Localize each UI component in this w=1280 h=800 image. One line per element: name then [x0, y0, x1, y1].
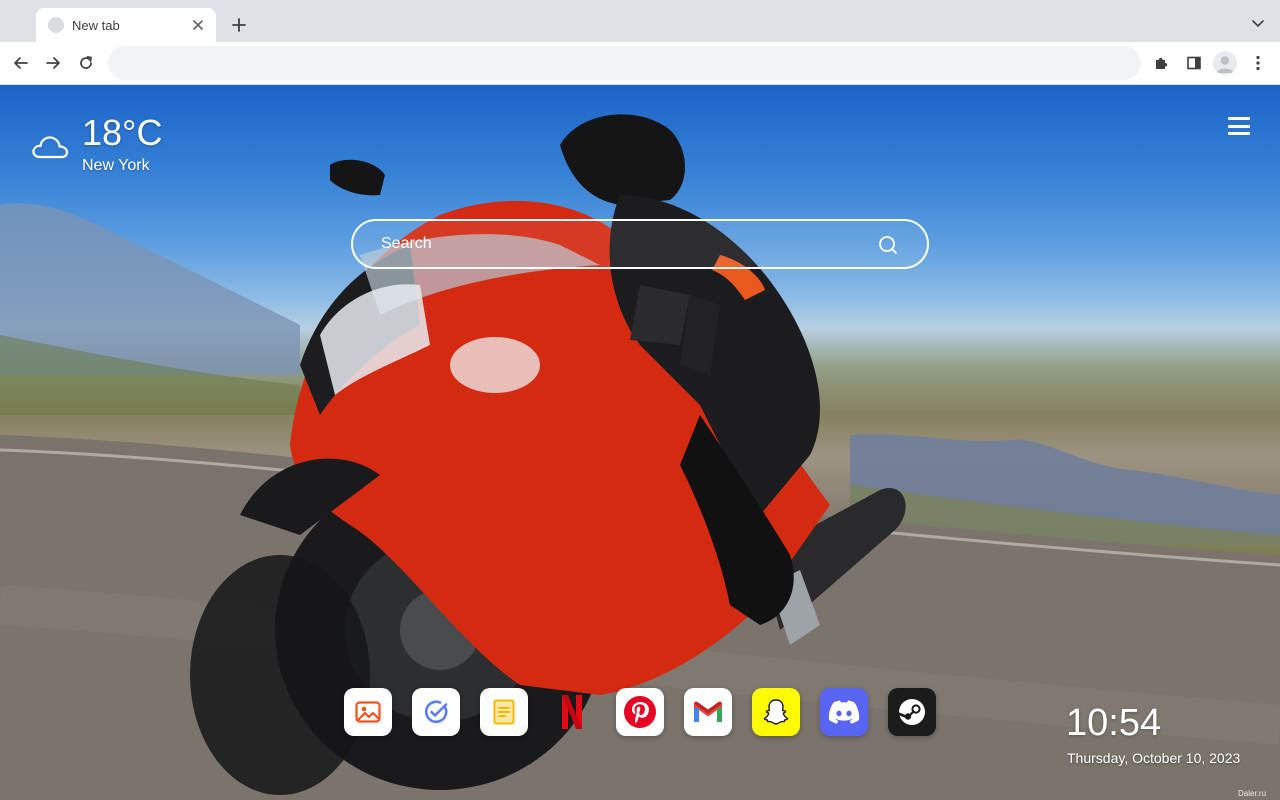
side-panel-button[interactable]	[1182, 51, 1206, 75]
hamburger-icon-line	[1228, 124, 1250, 128]
steam-icon	[898, 699, 925, 725]
netflix-icon	[562, 695, 582, 729]
more-menu-button[interactable]	[1246, 51, 1270, 75]
forward-button[interactable]	[40, 50, 66, 76]
new-tab-page: 18°C New York Search 10:54 Thursday, Oct…	[0, 85, 1280, 800]
arrow-left-icon	[14, 57, 28, 69]
close-icon[interactable]	[190, 17, 206, 33]
arrow-right-icon	[46, 57, 60, 69]
shortcut-snapchat[interactable]	[752, 688, 800, 736]
shortcut-netflix[interactable]	[548, 688, 596, 736]
search-input[interactable]	[381, 221, 871, 267]
tab-strip: New tab	[0, 0, 1280, 42]
hamburger-icon-line	[1228, 132, 1250, 135]
shortcut-gmail[interactable]	[684, 688, 732, 736]
globe-icon	[48, 17, 64, 33]
address-bar[interactable]	[108, 46, 1141, 80]
side-panel-icon	[1187, 56, 1201, 70]
shortcut-pinterest[interactable]	[616, 688, 664, 736]
reload-icon	[80, 56, 92, 69]
shortcut-steam[interactable]	[888, 688, 936, 736]
search-bar	[351, 219, 929, 269]
plus-icon	[232, 18, 246, 32]
weather-city: New York	[82, 157, 150, 174]
shortcut-notes[interactable]	[480, 688, 528, 736]
gmail-icon	[694, 701, 722, 722]
pinterest-icon	[624, 696, 656, 728]
extensions-button[interactable]	[1150, 51, 1174, 75]
shortcut-tasks[interactable]	[412, 688, 460, 736]
temperature: 18°C	[82, 112, 163, 153]
avatar-icon	[1216, 56, 1234, 73]
shortcut-discord[interactable]	[820, 688, 868, 736]
browser-toolbar	[0, 42, 1280, 85]
snapchat-icon	[763, 699, 789, 725]
cloud-icon	[32, 136, 69, 159]
note-icon	[493, 699, 515, 725]
tab-title: New tab	[72, 17, 120, 33]
hamburger-icon	[1228, 117, 1250, 120]
wallpaper-watermark: Daler.ru	[1238, 789, 1267, 798]
back-button[interactable]	[8, 50, 34, 76]
reload-button[interactable]	[73, 50, 99, 76]
puzzle-icon	[1156, 57, 1168, 69]
image-icon	[355, 701, 381, 723]
new-tab-button[interactable]	[228, 14, 250, 36]
hamburger-menu-button[interactable]	[1226, 115, 1252, 137]
weather-widget[interactable]: 18°C New York	[30, 113, 180, 183]
shortcuts-dock	[344, 688, 944, 738]
check-circle-icon	[424, 700, 448, 724]
clock-date: Thursday, October 10, 2023	[1067, 750, 1241, 766]
tab-new-tab[interactable]: New tab	[36, 8, 216, 42]
kebab-menu-icon	[1256, 55, 1260, 71]
tab-search-button[interactable]	[1248, 14, 1268, 34]
clock-time: 10:54	[1066, 702, 1162, 744]
profile-button[interactable]	[1213, 51, 1237, 75]
chevron-down-icon	[1252, 20, 1264, 28]
discord-icon	[828, 700, 860, 724]
search-icon[interactable]	[877, 234, 899, 256]
shortcut-photos[interactable]	[344, 688, 392, 736]
